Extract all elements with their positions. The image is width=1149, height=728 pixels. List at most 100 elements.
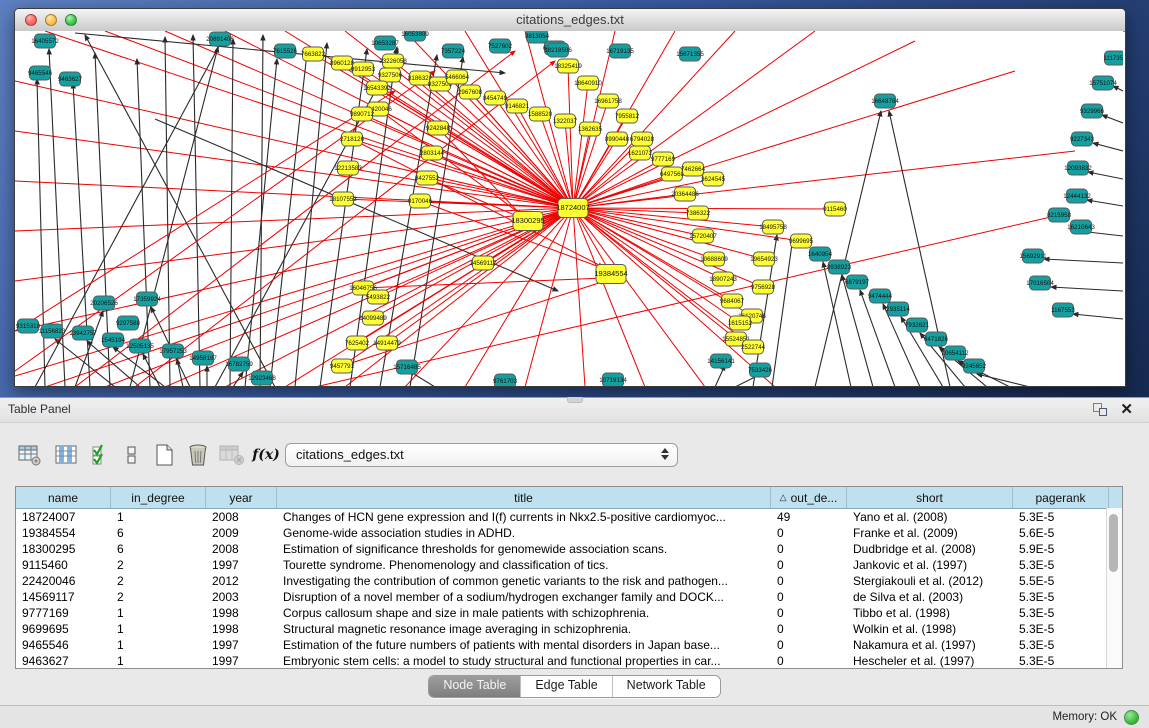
yellow-node[interactable]: 1588520 xyxy=(528,107,553,121)
teal-node[interactable]: 9474444 xyxy=(868,289,893,303)
teal-node[interactable]: 9227343 xyxy=(1070,132,1095,146)
hub-node[interactable]: 18724007 xyxy=(556,199,589,218)
yellow-node[interactable]: 7663822 xyxy=(301,47,326,61)
teal-node[interactable]: 10654112 xyxy=(941,346,969,360)
table-row[interactable]: 2242004622012Investigating the contribut… xyxy=(16,573,1122,589)
black-edge[interactable] xyxy=(165,37,170,386)
yellow-node[interactable]: 19384554 xyxy=(594,265,627,284)
black-edge[interactable] xyxy=(1102,115,1123,123)
black-edge[interactable] xyxy=(73,83,90,386)
teal-node[interactable]: 10653287 xyxy=(371,36,399,50)
yellow-node[interactable]: 19654923 xyxy=(750,252,778,266)
teal-node[interactable]: 9761703 xyxy=(493,374,518,386)
black-edge[interactable] xyxy=(1044,259,1123,263)
teal-node[interactable]: 14958187 xyxy=(189,351,217,365)
yellow-node[interactable]: 1322037 xyxy=(553,114,578,128)
network-canvas[interactable]: 7663822896012889129532322605893275061654… xyxy=(15,31,1123,386)
column-header-out_de[interactable]: △out_de... xyxy=(771,487,847,508)
teal-node[interactable]: 14156141 xyxy=(707,354,735,368)
tab-edge-table[interactable]: Edge Table xyxy=(521,676,612,697)
yellow-node[interactable]: 14569117 xyxy=(469,256,497,270)
yellow-node[interactable]: 7462664 xyxy=(681,162,706,176)
yellow-node[interactable]: 18907243 xyxy=(709,272,737,286)
teal-node[interactable]: 8215958 xyxy=(1047,208,1072,222)
float-panel-icon[interactable] xyxy=(1093,403,1107,416)
teal-node[interactable]: 9297588 xyxy=(116,316,141,330)
close-panel-icon[interactable]: ✕ xyxy=(1120,400,1133,418)
black-edge[interactable] xyxy=(230,39,233,386)
teal-node[interactable]: 1117352 xyxy=(1103,51,1123,65)
teal-node[interactable]: 16648784 xyxy=(871,94,899,108)
black-edge[interactable] xyxy=(215,49,398,386)
black-edge[interactable] xyxy=(320,49,367,386)
yellow-node[interactable]: 18495758 xyxy=(759,220,787,234)
yellow-node[interactable]: 9777169 xyxy=(651,152,676,166)
teal-node[interactable]: 15716485 xyxy=(393,360,421,374)
yellow-node[interactable]: 7386322 xyxy=(686,206,711,220)
new-table-icon[interactable] xyxy=(150,440,178,470)
yellow-node[interactable]: 5493822 xyxy=(366,290,391,304)
yellow-node[interactable]: 16543392 xyxy=(363,81,391,95)
teal-node[interactable]: 10719134 xyxy=(599,373,627,386)
teal-node[interactable]: 16053809 xyxy=(401,31,429,41)
yellow-node[interactable]: 6794028 xyxy=(630,132,655,146)
yellow-node[interactable]: 9890712 xyxy=(350,107,375,121)
teal-node[interactable]: 9329966 xyxy=(1080,104,1105,118)
teal-node[interactable]: 8938923 xyxy=(827,260,852,274)
select-all-icon[interactable] xyxy=(88,440,116,470)
teal-node[interactable]: 13942757 xyxy=(69,326,97,340)
black-edge[interactable] xyxy=(1051,287,1123,291)
table-row[interactable]: 1938455462009Genome-wide association stu… xyxy=(16,525,1122,541)
teal-node[interactable]: 7533426 xyxy=(748,363,773,377)
yellow-node[interactable]: 5466064 xyxy=(445,70,470,84)
tab-network-table[interactable]: Network Table xyxy=(613,676,720,697)
destroy-table-icon[interactable] xyxy=(218,440,246,470)
yellow-node[interactable]: 18107553 xyxy=(329,192,357,206)
column-header-year[interactable]: year xyxy=(206,487,277,508)
yellow-node[interactable]: 12213583 xyxy=(334,161,362,175)
teal-node[interactable]: 7932621 xyxy=(905,318,930,332)
teal-node[interactable]: 6879197 xyxy=(845,275,870,289)
black-edge[interactable] xyxy=(177,359,183,386)
teal-node[interactable]: 1167553 xyxy=(1051,303,1075,317)
teal-node[interactable]: 2935114 xyxy=(886,302,910,316)
table-row[interactable]: 1872400712008Changes of HCN gene express… xyxy=(16,509,1122,525)
yellow-node[interactable]: 1615152 xyxy=(728,316,753,330)
yellow-node[interactable]: 18300295 xyxy=(511,212,544,231)
yellow-node[interactable]: 9684067 xyxy=(720,294,745,308)
red-edge[interactable] xyxy=(568,66,573,208)
memory-ok-icon[interactable] xyxy=(1124,710,1139,725)
table-row[interactable]: 946362711997Embryonic stem cells: a mode… xyxy=(16,653,1122,669)
teal-node[interactable]: 16782759 xyxy=(225,357,253,371)
yellow-node[interactable]: 16961758 xyxy=(594,94,622,108)
teal-node[interactable]: 8813054 xyxy=(525,31,550,43)
teal-node[interactable]: 12923468 xyxy=(248,371,276,385)
delete-table-icon[interactable] xyxy=(184,440,212,470)
yellow-node[interactable]: 9457791 xyxy=(330,359,355,373)
table-row[interactable]: 977716911998Corpus callosum shape and si… xyxy=(16,605,1122,621)
teal-node[interactable]: 9315318 xyxy=(16,319,41,333)
yellow-node[interactable]: 7625402 xyxy=(345,336,370,350)
black-edge[interactable] xyxy=(1088,172,1123,179)
table-row[interactable]: 1456911722003Disruption of a novel membe… xyxy=(16,589,1122,605)
teal-node[interactable]: 12093832 xyxy=(1064,161,1092,175)
red-edge[interactable] xyxy=(573,83,588,208)
teal-node[interactable]: 15692911 xyxy=(1019,249,1047,263)
black-edge[interactable] xyxy=(37,79,45,386)
yellow-node[interactable]: 2803144 xyxy=(420,146,445,160)
yellow-node[interactable]: 14914479 xyxy=(373,336,401,350)
yellow-node[interactable]: 2718126 xyxy=(340,132,365,146)
teal-node[interactable]: 17957253 xyxy=(159,344,187,358)
yellow-node[interactable]: 2967608 xyxy=(458,85,483,99)
yellow-node[interactable]: 9170046 xyxy=(408,194,433,208)
teal-node[interactable]: 7615526 xyxy=(273,44,298,58)
yellow-node[interactable]: 18640910 xyxy=(574,76,602,90)
yellow-node[interactable]: 8427552 xyxy=(415,171,440,185)
black-edge[interactable] xyxy=(410,57,463,386)
teal-node[interactable]: 9463627 xyxy=(58,72,83,86)
yellow-node[interactable]: 8990448 xyxy=(605,132,630,146)
black-edge[interactable] xyxy=(1073,314,1123,319)
teal-node[interactable]: 9465546 xyxy=(28,66,53,80)
red-edge[interactable] xyxy=(573,208,705,386)
teal-node[interactable]: 20206526 xyxy=(90,296,118,310)
